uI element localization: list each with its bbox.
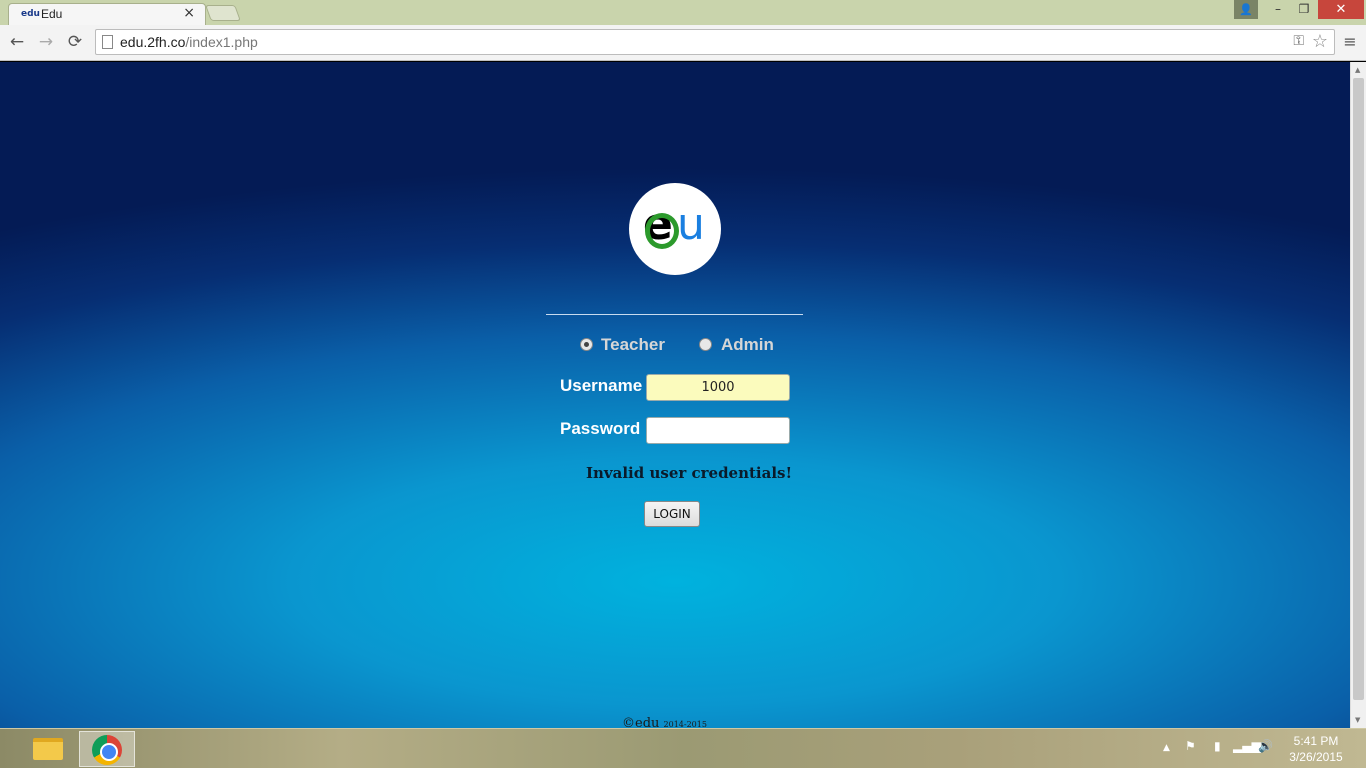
- folder-icon: [33, 738, 63, 760]
- logo-u: u: [677, 199, 705, 250]
- action-center-icon[interactable]: ⚑: [1185, 739, 1196, 753]
- footer-copyright: ©edu 2014-2015: [622, 716, 707, 728]
- back-icon[interactable]: ←: [6, 31, 28, 53]
- network-icon[interactable]: ▂▄▆: [1233, 739, 1261, 753]
- teacher-radio[interactable]: [580, 338, 593, 351]
- password-input[interactable]: [646, 417, 790, 444]
- url-text[interactable]: edu.2fh.co/index1.php: [120, 34, 258, 50]
- url-path: /index1.php: [185, 34, 258, 50]
- taskbar: ▲ ⚑ ▮ ▂▄▆ 🔊 5:41 PM 3/26/2015: [0, 728, 1366, 768]
- menu-icon[interactable]: ≡: [1342, 32, 1358, 52]
- footer-years: 2014-2015: [663, 720, 707, 728]
- page-viewport: e u Teacher Admin Username Password Inva…: [0, 62, 1350, 728]
- url-host: edu.2fh.co: [120, 34, 186, 50]
- address-bar[interactable]: edu.2fh.co/index1.php ⚿ ☆: [95, 29, 1335, 55]
- user-icon[interactable]: 👤: [1234, 0, 1258, 19]
- volume-icon[interactable]: 🔊: [1258, 739, 1273, 753]
- reload-icon[interactable]: ⟳: [64, 31, 86, 53]
- password-label: Password: [560, 419, 641, 438]
- show-hidden-icons-icon[interactable]: ▲: [1163, 743, 1170, 753]
- chrome-taskbar-button[interactable]: [79, 731, 135, 767]
- chrome-icon: [92, 735, 122, 765]
- battery-icon[interactable]: ▮: [1214, 739, 1221, 753]
- clock-time: 5:41 PM: [1293, 734, 1339, 748]
- username-label: Username: [560, 376, 643, 395]
- page-icon: [102, 35, 113, 49]
- edu-logo: e u: [629, 183, 721, 275]
- error-message: Invalid user credentials!: [586, 464, 793, 482]
- scroll-down-icon[interactable]: ▼: [1355, 716, 1360, 724]
- scroll-up-icon[interactable]: ▲: [1355, 66, 1360, 74]
- username-input[interactable]: [646, 374, 790, 401]
- admin-radio[interactable]: [699, 338, 712, 351]
- favicon-icon: edu: [21, 9, 40, 19]
- divider: [546, 314, 803, 315]
- tab-edu[interactable]: edu Edu ×: [8, 3, 206, 25]
- logo-e: e: [643, 199, 679, 250]
- close-window-button[interactable]: ✕: [1318, 0, 1364, 19]
- new-tab-button[interactable]: [205, 5, 241, 21]
- vertical-scrollbar[interactable]: ▲ ▼: [1350, 62, 1366, 728]
- browser-toolbar: ← → ⟳ edu.2fh.co/index1.php ⚿ ☆ ≡: [0, 25, 1366, 61]
- key-icon[interactable]: ⚿: [1293, 33, 1304, 49]
- admin-label[interactable]: Admin: [721, 335, 774, 355]
- close-tab-icon[interactable]: ×: [183, 5, 195, 21]
- title-bar: edu Edu × 👤 – ❐ ✕: [0, 0, 1366, 25]
- minimize-button[interactable]: –: [1265, 0, 1291, 19]
- star-icon[interactable]: ☆: [1312, 31, 1328, 52]
- system-clock[interactable]: 5:41 PM 3/26/2015: [1286, 733, 1346, 765]
- file-explorer-button[interactable]: [18, 731, 74, 767]
- scrollbar-thumb[interactable]: [1353, 78, 1364, 700]
- teacher-label[interactable]: Teacher: [601, 335, 665, 355]
- clock-date: 3/26/2015: [1289, 750, 1343, 764]
- forward-icon[interactable]: →: [35, 31, 57, 53]
- tab-title: Edu: [41, 7, 63, 21]
- restore-button[interactable]: ❐: [1291, 0, 1317, 19]
- login-button[interactable]: LOGIN: [644, 501, 700, 527]
- footer-brand: ©edu: [622, 716, 660, 728]
